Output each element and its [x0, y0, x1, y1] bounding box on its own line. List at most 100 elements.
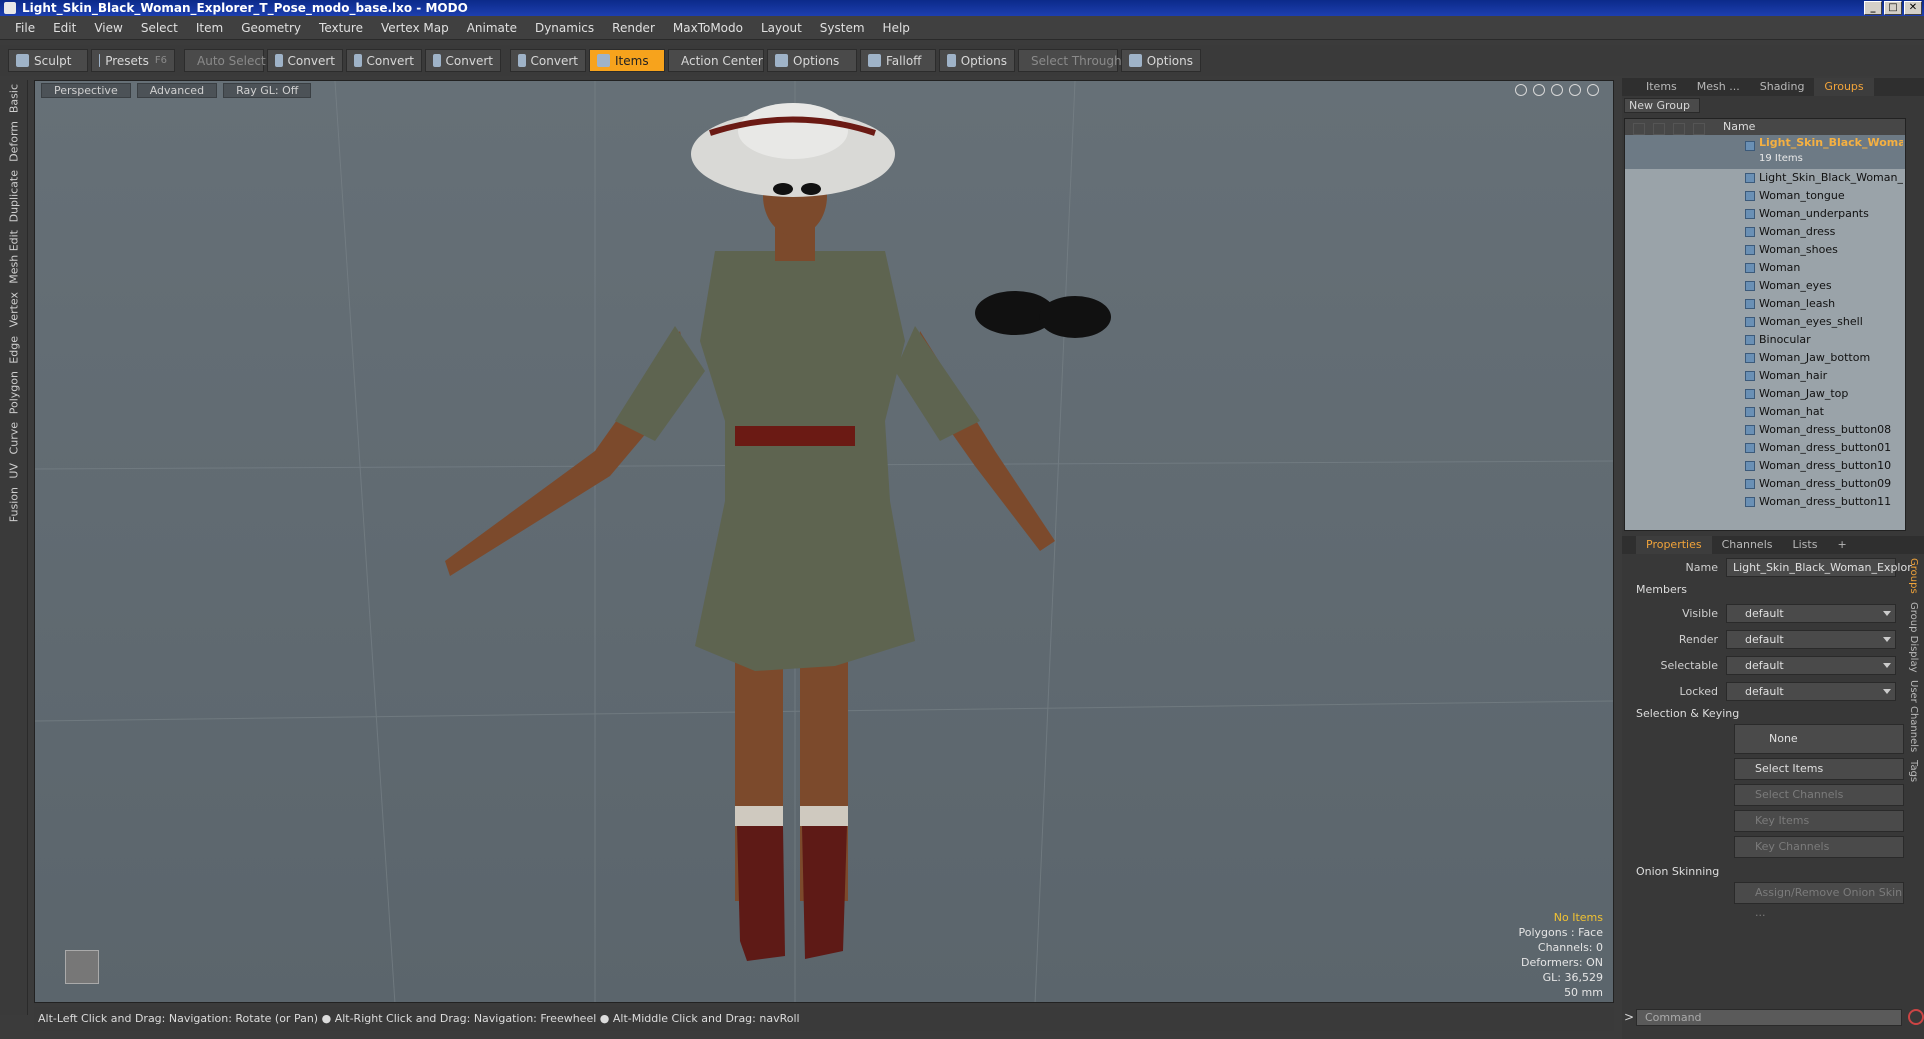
menu-dynamics[interactable]: Dynamics [526, 21, 603, 35]
tree-item[interactable]: Woman_hat [1625, 403, 1905, 421]
convert-edges-button[interactable]: Convert [346, 49, 422, 72]
none-button[interactable]: None [1734, 724, 1904, 754]
presets-button[interactable]: Presets F6 [91, 49, 175, 72]
side-tab-group-display[interactable]: Group Display [1908, 598, 1919, 676]
menu-select[interactable]: Select [132, 21, 187, 35]
tab-channels[interactable]: Channels [1712, 536, 1783, 554]
tab-uv[interactable]: UV [0, 459, 28, 483]
menu-texture[interactable]: Texture [310, 21, 372, 35]
tab-mesh-edit[interactable]: Mesh Edit [0, 226, 28, 288]
tree-item[interactable]: Woman_tongue [1625, 187, 1905, 205]
tree-item[interactable]: Woman_dress_button09 [1625, 475, 1905, 493]
tab-basic[interactable]: Basic [0, 80, 28, 117]
lock-icon[interactable] [1673, 123, 1685, 135]
visible-dropdown[interactable]: default [1726, 603, 1896, 623]
tree-item[interactable]: Woman [1625, 259, 1905, 277]
locked-dropdown[interactable]: default [1726, 681, 1896, 701]
window-title: Light_Skin_Black_Woman_Explorer_T_Pose_m… [22, 1, 468, 15]
tree-item[interactable]: Woman_dress_button08 [1625, 421, 1905, 439]
eye-icon[interactable] [1633, 123, 1645, 135]
stop-icon[interactable] [1908, 1009, 1924, 1025]
items-icon [597, 54, 610, 67]
auto-select-button[interactable]: Auto Select [184, 49, 266, 72]
select-through-button[interactable]: Select Through [1018, 49, 1122, 72]
tree-item[interactable]: Woman_dress_button11 [1625, 493, 1905, 511]
key-channels-button[interactable]: Key Channels [1734, 836, 1904, 858]
render-icon[interactable] [1653, 123, 1665, 135]
tab-mesh[interactable]: Mesh ... [1687, 78, 1750, 96]
menu-layout[interactable]: Layout [752, 21, 811, 35]
tab-duplicate[interactable]: Duplicate [0, 166, 28, 226]
tab-items[interactable]: Items [1636, 78, 1687, 96]
tab-lists[interactable]: Lists [1783, 536, 1828, 554]
menu-maxtomodo[interactable]: MaxToModo [664, 21, 752, 35]
tree-item[interactable]: Light_Skin_Black_Woman_ ... [1625, 169, 1905, 187]
action-center-button[interactable]: Action Center [668, 49, 764, 72]
tree-item[interactable]: Woman_leash [1625, 295, 1905, 313]
tab-curve[interactable]: Curve [0, 418, 28, 458]
tree-item[interactable]: Woman_eyes_shell [1625, 313, 1905, 331]
action-center-options-button[interactable]: Options [767, 49, 857, 72]
side-tab-groups[interactable]: Groups [1908, 554, 1919, 598]
select-through-options-button[interactable]: Options [1121, 49, 1201, 72]
menu-view[interactable]: View [85, 21, 131, 35]
tab-groups[interactable]: Groups [1814, 78, 1874, 96]
menu-system[interactable]: System [811, 21, 874, 35]
maximize-button[interactable]: □ [1884, 1, 1902, 15]
convert-materials-button[interactable]: Convert [510, 49, 586, 72]
falloff-options-button[interactable]: Options [939, 49, 1015, 72]
select-icon[interactable] [1693, 123, 1705, 135]
tree-item[interactable]: Woman_hair [1625, 367, 1905, 385]
3d-viewport[interactable]: Perspective Advanced Ray GL: Off No Item… [34, 80, 1614, 1003]
tree-item[interactable]: Woman_dress_button01 [1625, 439, 1905, 457]
tree-item[interactable]: Woman_shoes [1625, 241, 1905, 259]
tab-edge[interactable]: Edge [0, 332, 28, 368]
menu-help[interactable]: Help [874, 21, 919, 35]
side-tab-user-channels[interactable]: User Channels [1908, 676, 1919, 756]
tab-vertex[interactable]: Vertex [0, 288, 28, 331]
menu-render[interactable]: Render [603, 21, 664, 35]
falloff-button[interactable]: Falloff [860, 49, 936, 72]
convert-vertices-button[interactable]: Convert [267, 49, 343, 72]
tree-item[interactable]: Woman_underpants [1625, 205, 1905, 223]
onion-skinning-section[interactable]: Onion Skinning [1622, 862, 1924, 882]
tab-properties[interactable]: Properties [1636, 536, 1712, 554]
selectable-dropdown[interactable]: default [1726, 655, 1896, 675]
tab-shading[interactable]: Shading [1750, 78, 1815, 96]
locator-icon [1745, 173, 1755, 183]
close-button[interactable]: ✕ [1904, 1, 1922, 15]
tree-item[interactable]: Woman_eyes [1625, 277, 1905, 295]
tree-group-row[interactable]: Light_Skin_Black_Woma ... 19 Items [1625, 135, 1905, 169]
tree-item[interactable]: Woman_Jaw_bottom [1625, 349, 1905, 367]
menu-edit[interactable]: Edit [44, 21, 85, 35]
chevron-down-icon [1883, 688, 1891, 694]
select-items-button[interactable]: Select Items [1734, 758, 1904, 780]
command-input[interactable]: Command [1636, 1008, 1902, 1026]
side-tab-tags[interactable]: Tags [1908, 756, 1919, 786]
render-dropdown[interactable]: default [1726, 629, 1896, 649]
tree-item[interactable]: Woman_dress_button10 [1625, 457, 1905, 475]
items-mode-button[interactable]: Items [589, 49, 665, 72]
tab-polygon[interactable]: Polygon [0, 367, 28, 418]
selection-keying-section[interactable]: Selection & Keying [1622, 704, 1924, 724]
sculpt-button[interactable]: Sculpt [8, 49, 88, 72]
tab-fusion[interactable]: Fusion [0, 483, 28, 526]
tree-item[interactable]: Woman_dress [1625, 223, 1905, 241]
new-group-button[interactable]: New Group [1624, 98, 1700, 113]
tree-item[interactable]: Binocular [1625, 331, 1905, 349]
menu-item[interactable]: Item [187, 21, 232, 35]
name-field[interactable]: Light_Skin_Black_Woman_Explor [1726, 557, 1912, 577]
tree-item[interactable]: Woman_Jaw_top [1625, 385, 1905, 403]
minimize-button[interactable]: _ [1864, 1, 1882, 15]
menu-vertex-map[interactable]: Vertex Map [372, 21, 458, 35]
assign-onion-skin-button[interactable]: Assign/Remove Onion Skin ... [1734, 882, 1904, 919]
convert-polygons-button[interactable]: Convert [425, 49, 501, 72]
select-channels-button[interactable]: Select Channels [1734, 784, 1904, 806]
menu-animate[interactable]: Animate [458, 21, 526, 35]
key-items-button[interactable]: Key Items [1734, 810, 1904, 832]
menu-file[interactable]: File [6, 21, 44, 35]
tab-deform[interactable]: Deform [0, 117, 28, 166]
add-tab-button[interactable]: + [1827, 536, 1856, 554]
menu-geometry[interactable]: Geometry [232, 21, 310, 35]
members-section[interactable]: Members [1622, 580, 1924, 600]
